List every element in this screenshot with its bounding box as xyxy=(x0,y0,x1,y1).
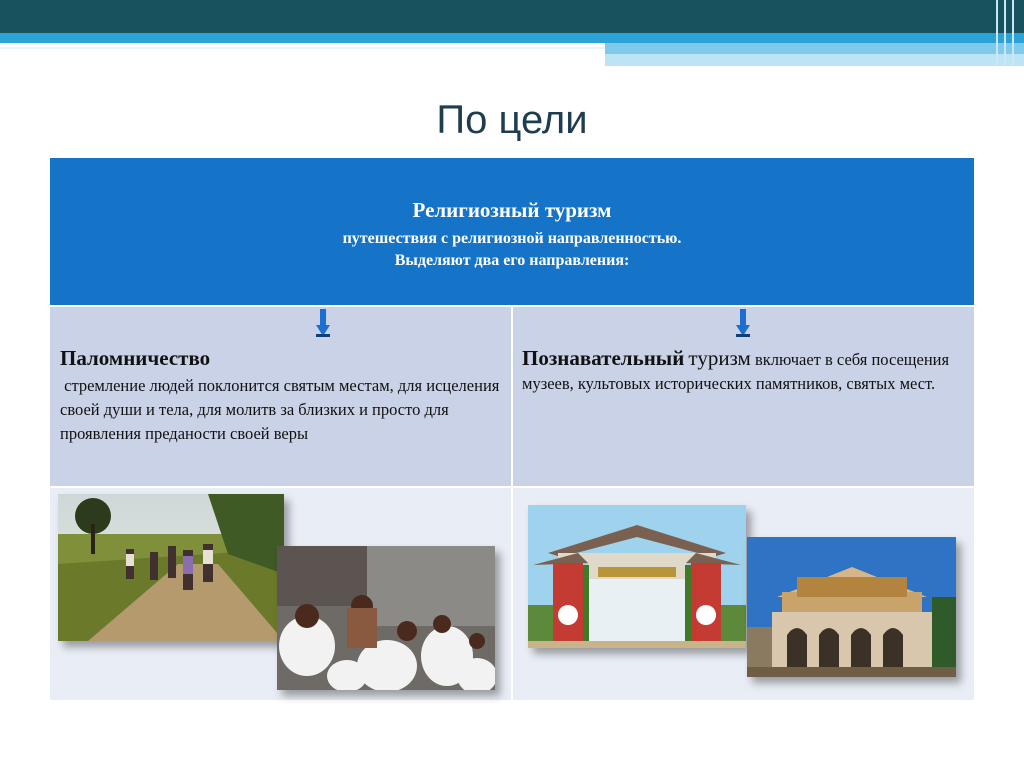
basilica-photo xyxy=(747,537,956,677)
pilgrimage-heading: Паломничество xyxy=(60,346,211,370)
prayer-at-wall-photo xyxy=(277,546,495,690)
cognitive-heading-bold: Познавательный xyxy=(522,346,685,370)
slide-title: По цели xyxy=(436,98,588,142)
down-arrow-icon xyxy=(736,309,750,337)
pilgrimage-body: стремление людей поклонится святым места… xyxy=(60,376,500,443)
top-banner-lighter xyxy=(605,54,1024,66)
temple-gate-photo xyxy=(528,505,746,648)
top-banner-dark xyxy=(0,0,1024,33)
top-banner-line xyxy=(0,47,605,49)
cognitive-tourism-text: Познавательный туризм включает в себя по… xyxy=(522,346,967,396)
header-title: Религиозный туризм xyxy=(412,198,612,222)
banner-stripe xyxy=(1004,0,1006,66)
top-banner-light xyxy=(605,43,1024,54)
pilgrims-walking-photo xyxy=(58,494,284,641)
pilgrimage-description: стремление людей поклонится святым места… xyxy=(60,374,500,446)
down-arrow-icon xyxy=(316,309,330,337)
banner-stripe xyxy=(1012,0,1014,66)
banner-stripe xyxy=(996,0,998,66)
header-line-1: путешествия с религиозной направленность… xyxy=(342,230,682,247)
top-banner-cyan xyxy=(0,33,1024,43)
cognitive-heading-regular: туризм xyxy=(688,346,751,370)
header-line-2: Выделяют два его направления: xyxy=(394,252,630,269)
